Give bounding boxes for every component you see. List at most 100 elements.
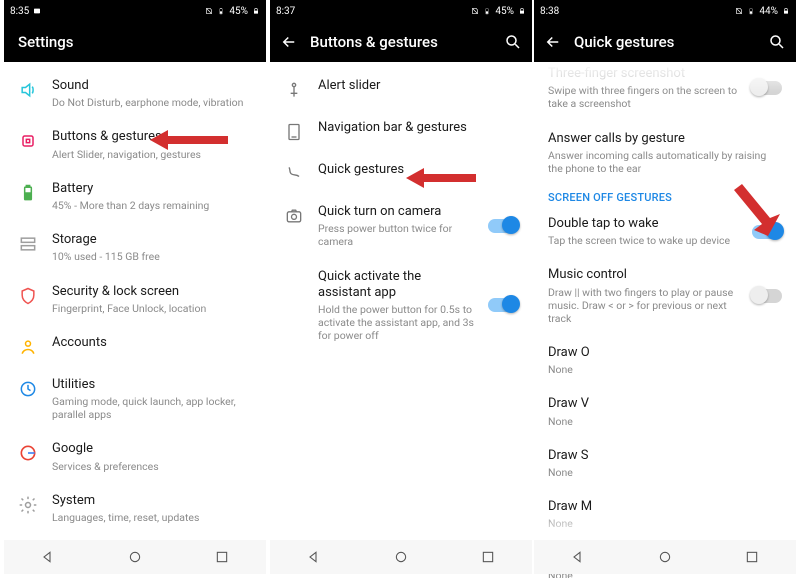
no-sim-icon [735, 7, 743, 15]
camera-icon [284, 206, 304, 226]
label: Draw O [548, 345, 782, 361]
google-icon [18, 443, 38, 463]
buttons-icon [18, 131, 38, 151]
no-sim-icon [205, 7, 213, 15]
row-utilities[interactable]: UtilitiesGaming mode, quick launch, app … [4, 367, 266, 432]
nav-recent-icon[interactable] [480, 549, 496, 565]
row-buttons-gestures[interactable]: Buttons & gestures Alert Slider, navigati… [4, 119, 266, 170]
nav-back-icon[interactable] [306, 549, 322, 565]
header-settings: Settings [4, 22, 266, 62]
battery-icon [217, 7, 225, 15]
sub: Hold the power button for 0.5s to activa… [318, 303, 474, 342]
row-alert-slider[interactable]: Alert slider [270, 68, 532, 110]
label: Answer calls by gesture [548, 131, 782, 147]
row-storage[interactable]: Storage10% used - 115 GB free [4, 222, 266, 273]
row-double-tap[interactable]: Double tap to wakeTap the screen twice t… [534, 206, 796, 257]
slider-icon [284, 80, 304, 100]
row-draw-m[interactable]: Draw M None [534, 489, 796, 540]
status-bar: 8:35 45% [4, 0, 266, 22]
nav-home-icon[interactable] [393, 549, 409, 565]
label: Draw M [548, 499, 782, 515]
nav-home-icon[interactable] [127, 549, 143, 565]
toggle-assistant[interactable] [488, 298, 518, 312]
label: Storage [52, 232, 252, 248]
label: Google [52, 441, 252, 457]
sub: Draw || with two fingers to play or paus… [548, 286, 738, 325]
row-quick-camera[interactable]: Quick turn on cameraPress power button t… [270, 194, 532, 259]
header-qg: Quick gestures [534, 22, 796, 62]
sound-icon [18, 80, 38, 100]
sub: Swipe with three fingers on the screen t… [548, 84, 738, 110]
back-icon[interactable] [280, 33, 298, 51]
bg-list: Alert slider Navigation bar & gestures Q… [270, 62, 532, 358]
row-google[interactable]: GoogleServices & preferences [4, 431, 266, 482]
lock-icon [782, 7, 790, 15]
status-time: 8:35 [10, 6, 29, 17]
sub: None [548, 517, 782, 530]
toggle-three-finger[interactable] [752, 81, 782, 95]
status-time: 8:37 [276, 6, 295, 17]
label: Accounts [52, 335, 252, 351]
row-draw-v[interactable]: Draw V None [534, 386, 796, 437]
page-title: Settings [18, 33, 256, 51]
row-battery[interactable]: Battery45% - More than 2 days remaining [4, 171, 266, 222]
row-security[interactable]: Security & lock screenFingerprint, Face … [4, 274, 266, 325]
status-battery: 44% [759, 6, 778, 17]
navbar-icon [284, 122, 304, 142]
qg-list: Three-finger screenshot Swipe with three … [534, 62, 796, 578]
label: Music control [548, 267, 738, 283]
sub: Alert Slider, navigation, gestures [52, 148, 252, 161]
row-answer-calls[interactable]: Answer calls by gestureAnswer incoming c… [534, 121, 796, 186]
row-navigation-bar[interactable]: Navigation bar & gestures [270, 110, 532, 152]
back-icon[interactable] [544, 33, 562, 51]
label: Alert slider [318, 78, 518, 94]
nav-back-icon[interactable] [40, 549, 56, 565]
label: Security & lock screen [52, 284, 252, 300]
nav-home-icon[interactable] [657, 549, 673, 565]
gear-icon [18, 495, 38, 515]
label: Battery [52, 181, 252, 197]
sub: Languages, time, reset, updates [52, 511, 252, 524]
row-three-finger[interactable]: Three-finger screenshot Swipe with three … [534, 62, 796, 121]
storage-icon [18, 234, 38, 254]
row-music-control[interactable]: Music control Draw || with two fingers to… [534, 257, 796, 335]
toggle-camera[interactable] [488, 219, 518, 233]
label: Buttons & gestures [52, 129, 252, 145]
label: System [52, 493, 252, 509]
row-system[interactable]: System Languages, time, reset, updates [4, 483, 266, 534]
row-draw-o[interactable]: Draw O None [534, 335, 796, 386]
row-draw-s[interactable]: Draw SNone [534, 438, 796, 489]
sub: Press power button twice for camera [318, 222, 474, 248]
page-title: Buttons & gestures [310, 33, 492, 51]
battery-icon [747, 7, 755, 15]
label: Draw V [548, 396, 782, 412]
battery-icon [18, 183, 38, 203]
phone-quick-gestures: 8:38 44% Quick gestures Three-finger scr… [534, 0, 796, 578]
row-quick-gestures[interactable]: Quick gestures [270, 152, 532, 194]
sub: None [548, 415, 782, 428]
gesture-icon [284, 164, 304, 184]
search-icon[interactable] [768, 33, 786, 51]
search-icon[interactable] [504, 33, 522, 51]
nav-bar [534, 540, 796, 574]
blank-icon [284, 271, 304, 291]
nav-back-icon[interactable] [570, 549, 586, 565]
toggle-double-tap[interactable] [752, 225, 782, 239]
sub: Do Not Disturb, earphone mode, vibration [52, 96, 252, 109]
row-quick-assistant[interactable]: Quick activate the assistant appHold the… [270, 259, 532, 353]
shield-icon [18, 286, 38, 306]
label: Utilities [52, 377, 252, 393]
nav-recent-icon[interactable] [744, 549, 760, 565]
label: Three-finger screenshot [548, 66, 738, 82]
sub: Tap the screen twice to wake up device [548, 234, 738, 247]
sub: None [548, 363, 782, 376]
lock-icon [518, 7, 526, 15]
label: Sound [52, 78, 252, 94]
lock-icon [252, 7, 260, 15]
nav-recent-icon[interactable] [214, 549, 230, 565]
toggle-music[interactable] [752, 289, 782, 303]
status-battery: 45% [229, 6, 248, 17]
label: Draw S [548, 448, 782, 464]
row-accounts[interactable]: Accounts [4, 325, 266, 367]
row-sound[interactable]: Sound Do Not Disturb, earphone mode, vibr… [4, 68, 266, 119]
